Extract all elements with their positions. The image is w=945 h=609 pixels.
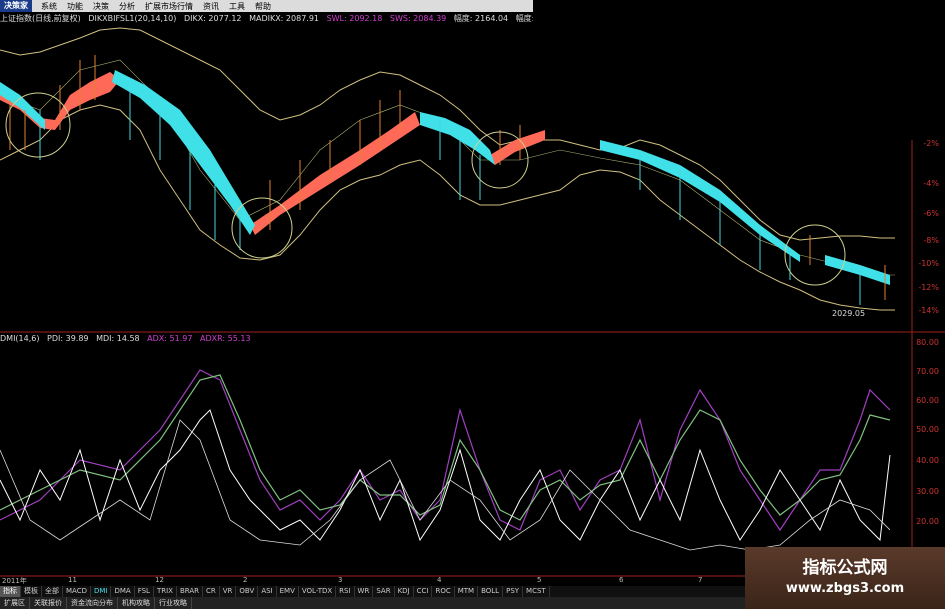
tab-mcst[interactable]: MCST	[523, 586, 550, 597]
mdi-value: MDI: 14.58	[96, 334, 140, 343]
date-tick: 4	[437, 576, 442, 584]
tab-rsi[interactable]: RSI	[336, 586, 355, 597]
dikx-value: DIKX: 2077.12	[183, 14, 242, 23]
indicator-name: DIKXBIFSL1(20,14,10)	[88, 14, 177, 23]
price-axis-tick: -10%	[918, 259, 939, 268]
date-tick: 11	[68, 576, 77, 584]
tab-fsl[interactable]: FSL	[135, 586, 154, 597]
date-tick: 7	[698, 576, 703, 584]
date-tick: 3	[338, 576, 343, 584]
menu-system[interactable]: 系统	[41, 1, 57, 12]
bottom-tab-related-quotes[interactable]: 关联报价	[30, 597, 67, 609]
fukong-value: 幅度:	[515, 14, 533, 23]
menu-bar: 决策家 系统 功能 决策 分析 扩展市场行情 资讯 工具 帮助	[0, 0, 533, 12]
dmi-axis-tick: 70.00	[916, 367, 939, 376]
app-logo: 决策家	[0, 0, 32, 12]
tab-template[interactable]: 模板	[21, 586, 42, 597]
tab-obv[interactable]: OBV	[236, 586, 259, 597]
price-info-bar: 上证指数(日线,前复权) DIKXBIFSL1(20,14,10) DIKX: …	[0, 13, 533, 25]
date-tick: 12	[155, 576, 164, 584]
chart-title: 上证指数(日线,前复权)	[0, 14, 81, 23]
dmi-info-bar: DMI(14,6) PDI: 39.89 MDI: 14.58 ADX: 51.…	[0, 333, 256, 345]
tab-asi[interactable]: ASI	[258, 586, 277, 597]
adx-value: ADX: 51.97	[147, 334, 193, 343]
dmi-axis-tick: 60.00	[916, 396, 939, 405]
tab-indicator[interactable]: 指标	[0, 586, 21, 597]
menu-function[interactable]: 功能	[67, 1, 83, 12]
price-axis-tick: -4%	[923, 179, 939, 188]
menu-market[interactable]: 扩展市场行情	[145, 1, 193, 12]
bottom-tab-extension[interactable]: 扩展区	[0, 597, 30, 609]
menu-analysis[interactable]: 分析	[119, 1, 135, 12]
tab-mtm[interactable]: MTM	[455, 586, 479, 597]
date-tick: 6	[619, 576, 624, 584]
tab-vol-tdx[interactable]: VOL-TDX	[299, 586, 337, 597]
tab-kdj[interactable]: KDJ	[395, 586, 414, 597]
tab-cci[interactable]: CCI	[414, 586, 433, 597]
date-tick: 5	[537, 576, 542, 584]
fuduo-value: 幅度: 2164.04	[453, 14, 509, 23]
price-chart[interactable]	[0, 0, 945, 609]
tab-sar[interactable]: SAR	[373, 586, 395, 597]
watermark-logo: 指标公式网 www.zbgs3.com	[745, 547, 945, 609]
tab-trix[interactable]: TRIX	[154, 586, 177, 597]
pdi-value: PDI: 39.89	[47, 334, 89, 343]
price-axis-tick: -8%	[923, 236, 939, 245]
price-axis-tick: -12%	[918, 283, 939, 292]
dmi-axis-tick: 40.00	[916, 456, 939, 465]
tab-macd[interactable]: MACD	[63, 586, 91, 597]
tab-emv[interactable]: EMV	[277, 586, 299, 597]
price-axis-tick: -14%	[918, 306, 939, 315]
dmi-title: DMI(14,6)	[0, 334, 40, 343]
tab-vr[interactable]: VR	[220, 586, 237, 597]
menu-decision[interactable]: 决策	[93, 1, 109, 12]
bottom-tab-fund-flow[interactable]: 资金流向分布	[67, 597, 118, 609]
menu-news[interactable]: 资讯	[203, 1, 219, 12]
bottom-tab-institution[interactable]: 机构攻略	[118, 597, 155, 609]
watermark-title: 指标公式网	[802, 558, 888, 578]
tab-boll[interactable]: BOLL	[478, 586, 504, 597]
dmi-axis-tick: 50.00	[916, 425, 939, 434]
dmi-axis-tick: 80.00	[916, 338, 939, 347]
price-axis-tick: -6%	[923, 209, 939, 218]
madikx-value: MADIKX: 2087.91	[249, 14, 320, 23]
price-axis-tick: -2%	[923, 139, 939, 148]
tab-roc[interactable]: ROC	[432, 586, 455, 597]
tab-wr[interactable]: WR	[355, 586, 374, 597]
sws-value: SWS: 2084.39	[389, 14, 447, 23]
tab-dmi[interactable]: DMI	[91, 586, 112, 597]
tab-cr[interactable]: CR	[203, 586, 220, 597]
tab-brar[interactable]: BRAR	[177, 586, 203, 597]
date-tick: 2011年	[2, 577, 27, 585]
date-tick: 2	[243, 576, 248, 584]
menu-help[interactable]: 帮助	[255, 1, 271, 12]
dmi-axis-tick: 20.00	[916, 517, 939, 526]
bottom-tab-industry[interactable]: 行业攻略	[155, 597, 192, 609]
watermark-url: www.zbgs3.com	[785, 581, 905, 596]
swl-value: SWL: 2092.18	[326, 14, 383, 23]
tab-psy[interactable]: PSY	[503, 586, 524, 597]
dmi-axis-tick: 30.00	[916, 487, 939, 496]
price-label: 2029.05	[832, 309, 866, 318]
menu-tools[interactable]: 工具	[229, 1, 245, 12]
tab-dma[interactable]: DMA	[111, 586, 135, 597]
adxr-value: ADXR: 55.13	[199, 334, 251, 343]
tab-all[interactable]: 全部	[42, 586, 63, 597]
